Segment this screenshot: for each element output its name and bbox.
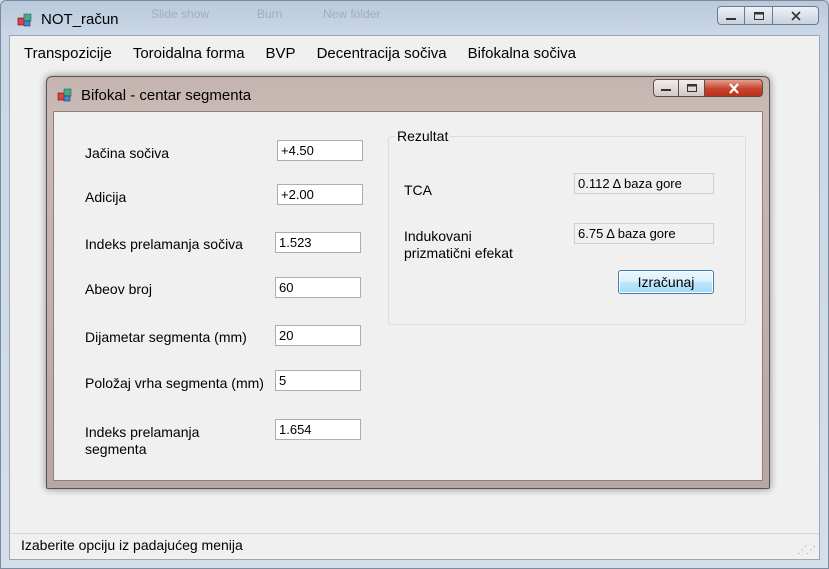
main-caption-buttons xyxy=(717,6,819,26)
status-bar: Izaberite opciju iz padajućeg menija ⋰⋰ xyxy=(10,533,819,559)
ghost-toolbar-item: New folder xyxy=(323,7,381,21)
izracunaj-button[interactable]: Izračunaj xyxy=(618,270,714,294)
menu-item-bifokalna-sociva[interactable]: Bifokalna sočiva xyxy=(468,45,576,62)
jacina-sociva-input[interactable]: +4.50 xyxy=(277,140,363,161)
app-window-icon xyxy=(57,88,72,102)
dialog-client-area: Jačina sočiva +4.50 Adicija +2.00 Indeks… xyxy=(53,111,763,481)
dialog-maximize-button[interactable] xyxy=(679,79,705,97)
prizmaticni-efekat-value: 6.75 Δ baza gore xyxy=(574,223,714,244)
close-icon xyxy=(790,10,801,21)
indeks-prelamanja-segmenta-input[interactable]: 1.654 xyxy=(275,419,361,440)
dijametar-segmenta-input[interactable]: 20 xyxy=(275,325,361,346)
dialog-title: Bifokal - centar segmenta xyxy=(81,87,252,104)
menu-item-bvp[interactable]: BVP xyxy=(266,45,296,62)
field-label-abeov-broj: Abeov broj xyxy=(85,281,152,297)
field-label-indeks-prelamanja-sociva: Indeks prelamanja sočiva xyxy=(85,236,243,252)
status-text: Izaberite opciju iz padajućeg menija xyxy=(21,537,243,553)
close-button[interactable] xyxy=(773,6,819,25)
field-label-adicija: Adicija xyxy=(85,189,127,205)
dialog-minimize-button[interactable] xyxy=(653,79,679,97)
menu-item-decentracija-sociva[interactable]: Decentracija sočiva xyxy=(317,45,447,62)
minimize-button[interactable] xyxy=(717,6,745,25)
maximize-button[interactable] xyxy=(745,6,773,25)
main-titlebar[interactable]: NOT_račun Slide show Burn New folder xyxy=(1,1,828,35)
field-label-jacina-sociva: Jačina sočiva xyxy=(85,145,170,161)
minimize-icon xyxy=(726,17,736,20)
tca-value: 0.112 Δ baza gore xyxy=(574,173,714,194)
resize-grip-icon[interactable]: ⋰⋰ xyxy=(797,545,816,556)
adicija-input[interactable]: +2.00 xyxy=(277,184,363,205)
close-icon xyxy=(728,82,739,94)
field-label-polozaj-vrha-segmenta: Položaj vrha segmenta (mm) xyxy=(85,375,264,391)
ghost-toolbar-item: Burn xyxy=(257,7,283,21)
ghost-toolbar-item: Slide show xyxy=(151,7,210,21)
indukovani-prizmaticni-efekat-label: Indukovani prizmatični efekat xyxy=(404,228,513,261)
dialog-caption-buttons xyxy=(653,79,763,97)
menu-bar: Transpozicije Toroidalna forma BVP Decen… xyxy=(10,36,819,70)
menu-item-toroidalna-forma[interactable]: Toroidalna forma xyxy=(133,45,245,62)
menu-item-transpozicije[interactable]: Transpozicije xyxy=(24,45,112,62)
bifokal-dialog: Bifokal - centar segmenta Jačina sočiva … xyxy=(46,76,770,489)
field-label-indeks-prelamanja-segmenta: Indeks prelamanja segmenta xyxy=(85,424,200,457)
rezultat-group-title: Rezultat xyxy=(395,128,451,144)
polozaj-vrha-segmenta-input[interactable]: 5 xyxy=(275,370,361,391)
field-label-dijametar-segmenta: Dijametar segmenta (mm) xyxy=(85,329,247,345)
indeks-prelamanja-sociva-input[interactable]: 1.523 xyxy=(275,232,361,253)
rezultat-groupbox: Rezultat TCA 0.112 Δ baza gore Indukovan… xyxy=(388,128,746,325)
maximize-icon xyxy=(686,84,697,92)
tca-label: TCA xyxy=(404,182,432,198)
abeov-broj-input[interactable]: 60 xyxy=(275,277,361,298)
maximize-icon xyxy=(753,11,764,20)
app-window-icon xyxy=(17,13,32,27)
minimize-icon xyxy=(661,89,671,91)
main-window-title: NOT_račun xyxy=(41,11,119,28)
dialog-close-button[interactable] xyxy=(705,79,763,97)
